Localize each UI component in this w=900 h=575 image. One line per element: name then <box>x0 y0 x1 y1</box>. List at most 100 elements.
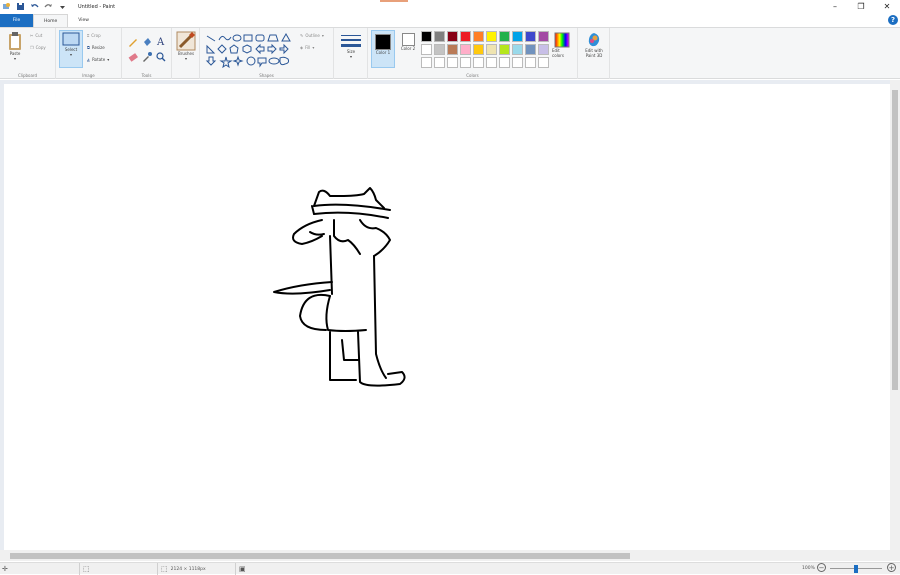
custom-color-swatch[interactable] <box>499 57 510 68</box>
outline-label: Outline <box>305 33 320 38</box>
edit-colors-button[interactable]: Edit colors <box>552 32 572 58</box>
custom-color-swatch[interactable] <box>447 57 458 68</box>
brushes-group: Brushes ▾ <box>172 28 200 79</box>
zoom-in-icon[interactable]: + <box>887 563 896 572</box>
fill-icon: ◈ <box>300 45 304 50</box>
tab-file[interactable]: File <box>0 14 33 27</box>
color-swatch[interactable] <box>499 44 510 55</box>
customize-icon[interactable] <box>58 2 67 11</box>
color-swatch[interactable] <box>460 44 471 55</box>
outline-button[interactable]: ✎ Outline ▾ <box>300 33 324 38</box>
save-icon[interactable] <box>16 2 25 11</box>
minimize-button[interactable]: – <box>822 0 848 13</box>
window-controls: – ❐ ✕ <box>822 0 900 13</box>
brushes-button[interactable]: Brushes ▾ <box>175 31 197 61</box>
tools-group: A Tools <box>122 28 172 79</box>
edit-paint3d-label: Edit with Paint 3D <box>585 48 603 58</box>
paint-app-icon[interactable] <box>2 2 11 11</box>
horizontal-scroll-thumb[interactable] <box>10 553 630 559</box>
color-swatch[interactable] <box>486 31 497 42</box>
color-swatch[interactable] <box>447 44 458 55</box>
color-swatch[interactable] <box>434 31 445 42</box>
custom-color-swatch[interactable] <box>434 57 445 68</box>
cut-button[interactable]: ✂ Cut <box>30 33 42 38</box>
cursor-position-segment: ✛ <box>0 563 80 575</box>
color-swatch[interactable] <box>434 44 445 55</box>
drawing-canvas[interactable] <box>4 84 890 550</box>
help-button[interactable]: ? <box>888 15 898 25</box>
custom-color-swatch[interactable] <box>525 57 536 68</box>
color-picker-icon[interactable] <box>142 52 152 62</box>
magnifier-icon[interactable] <box>156 52 166 62</box>
horizontal-scrollbar[interactable] <box>0 550 900 561</box>
color1-label: Color 1 <box>375 50 391 55</box>
resize-button[interactable]: ⧉ Resize <box>87 45 105 50</box>
pencil-icon[interactable] <box>128 37 138 47</box>
redo-icon[interactable] <box>44 2 53 11</box>
text-icon[interactable]: A <box>156 36 166 46</box>
resize-icon: ⧉ <box>87 45 90 50</box>
selection-icon: ⬚ <box>83 565 90 573</box>
tab-view[interactable]: View <box>68 14 99 27</box>
rotate-icon: ◭ <box>87 57 91 62</box>
copy-button[interactable]: ❐ Copy <box>30 45 46 50</box>
zoom-level: 100% <box>802 566 815 571</box>
color-swatch[interactable] <box>473 31 484 42</box>
color-swatch[interactable] <box>538 31 549 42</box>
chevron-down-icon: ▾ <box>107 57 110 62</box>
color-swatch[interactable] <box>460 31 471 42</box>
fill-button[interactable]: ◈ Fill ▾ <box>300 45 314 50</box>
color-swatch[interactable] <box>525 44 536 55</box>
custom-color-swatch[interactable] <box>486 57 497 68</box>
color-swatch[interactable] <box>512 44 523 55</box>
color1-button[interactable]: Color 1 <box>371 30 395 68</box>
chevron-down-icon: ▾ <box>349 54 352 59</box>
custom-color-swatch[interactable] <box>460 57 471 68</box>
color2-button[interactable]: Color 2 <box>398 33 418 51</box>
select-button[interactable]: Select ▾ <box>59 30 83 68</box>
custom-color-swatch[interactable] <box>473 57 484 68</box>
crop-button[interactable]: ⌗ Crop <box>87 33 101 38</box>
color-swatch[interactable] <box>421 31 432 42</box>
undo-icon[interactable] <box>30 2 39 11</box>
paint3d-group: Edit with Paint 3D <box>578 28 610 79</box>
color-swatch[interactable] <box>512 31 523 42</box>
rotate-button[interactable]: ◭ Rotate ▾ <box>87 57 109 62</box>
copy-label: Copy <box>35 45 46 50</box>
size-button[interactable]: Size ▾ <box>340 33 362 59</box>
color-swatch[interactable] <box>525 31 536 42</box>
color-swatch[interactable] <box>473 44 484 55</box>
shapes-gallery[interactable] <box>204 32 296 68</box>
color2-label: Color 2 <box>400 46 416 51</box>
restore-button[interactable]: ❐ <box>848 0 874 13</box>
vertical-scrollbar[interactable] <box>890 80 900 550</box>
status-bar: ✛ ⬚ ⬚ 2124 × 1118px ▣ 100% − + <box>0 562 900 575</box>
chevron-down-icon: ▾ <box>321 33 324 38</box>
paste-button[interactable]: Paste ▾ <box>4 31 26 61</box>
select-icon <box>62 32 80 46</box>
image-size-segment: ⬚ 2124 × 1118px <box>158 563 236 575</box>
zoom-slider[interactable] <box>830 565 882 573</box>
line-size-icon <box>341 35 361 47</box>
zoom-slider-thumb[interactable] <box>854 565 858 573</box>
title-accent <box>380 0 408 2</box>
fill-bucket-icon[interactable] <box>142 37 152 47</box>
quick-access-toolbar: Untitled - Paint <box>0 2 115 11</box>
color-swatch[interactable] <box>447 31 458 42</box>
color-swatch[interactable] <box>499 31 510 42</box>
shapes-group: ✎ Outline ▾ ◈ Fill ▾ Shapes <box>200 28 334 79</box>
zoom-out-icon[interactable]: − <box>817 563 826 572</box>
vertical-scroll-thumb[interactable] <box>892 90 898 390</box>
custom-color-swatch[interactable] <box>421 57 432 68</box>
eraser-icon[interactable] <box>128 52 138 62</box>
custom-color-swatch[interactable] <box>538 57 549 68</box>
clipboard-group: Paste ▾ ✂ Cut ❐ Copy Clipboard <box>0 28 56 79</box>
close-button[interactable]: ✕ <box>874 0 900 13</box>
custom-color-swatch[interactable] <box>512 57 523 68</box>
tab-home[interactable]: Home <box>33 14 69 27</box>
color-swatch[interactable] <box>538 44 549 55</box>
edit-paint3d-button[interactable]: Edit with Paint 3D <box>582 32 606 58</box>
color-swatch[interactable] <box>421 44 432 55</box>
color-swatch[interactable] <box>486 44 497 55</box>
resize-label: Resize <box>91 45 105 50</box>
